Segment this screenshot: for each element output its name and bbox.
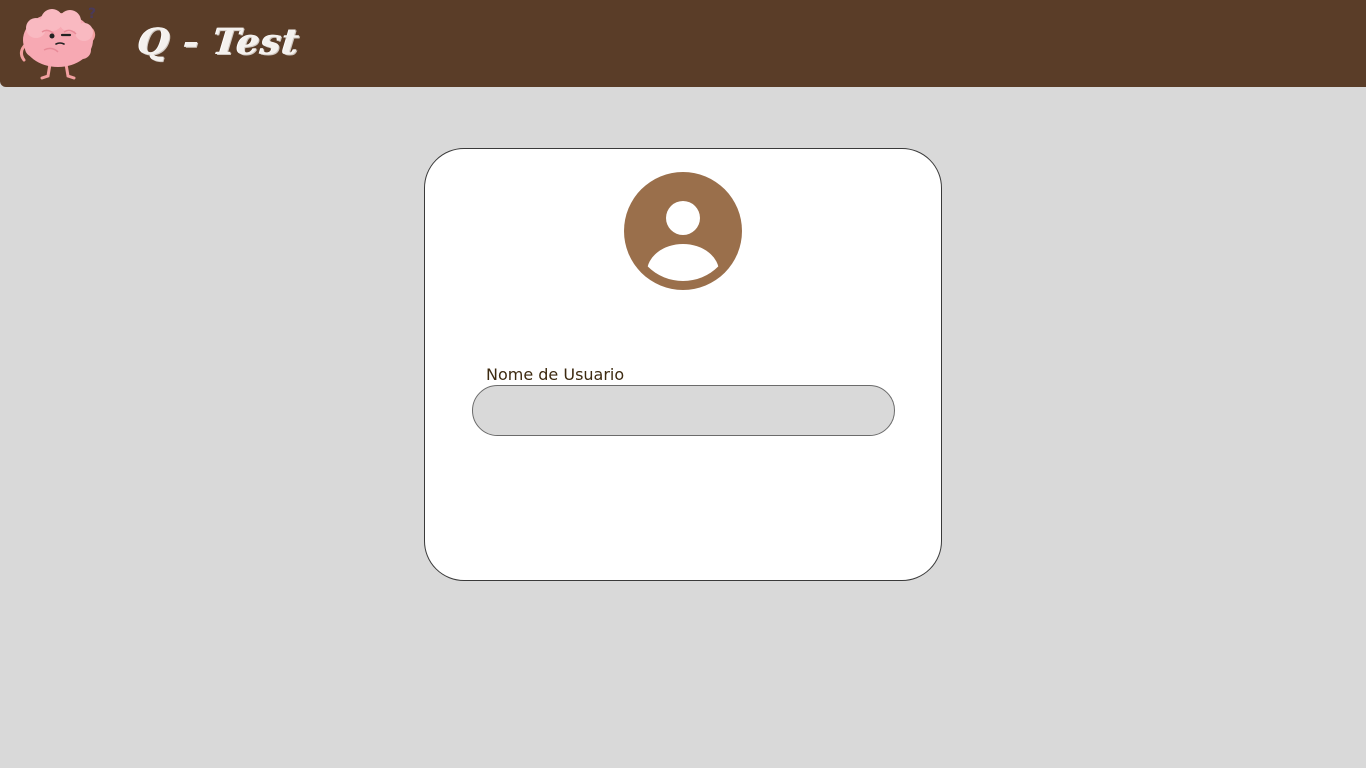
brand-title: Q - Test [135,21,303,63]
user-avatar-icon [624,172,742,290]
top-bar: ? Q - Test [0,0,1366,87]
username-input[interactable] [472,385,895,436]
svg-text:?: ? [88,6,96,22]
login-card: Nome de Usuario [424,148,942,581]
username-label: Nome de Usuario [486,365,625,384]
brain-mascot-icon: ? [19,6,96,80]
